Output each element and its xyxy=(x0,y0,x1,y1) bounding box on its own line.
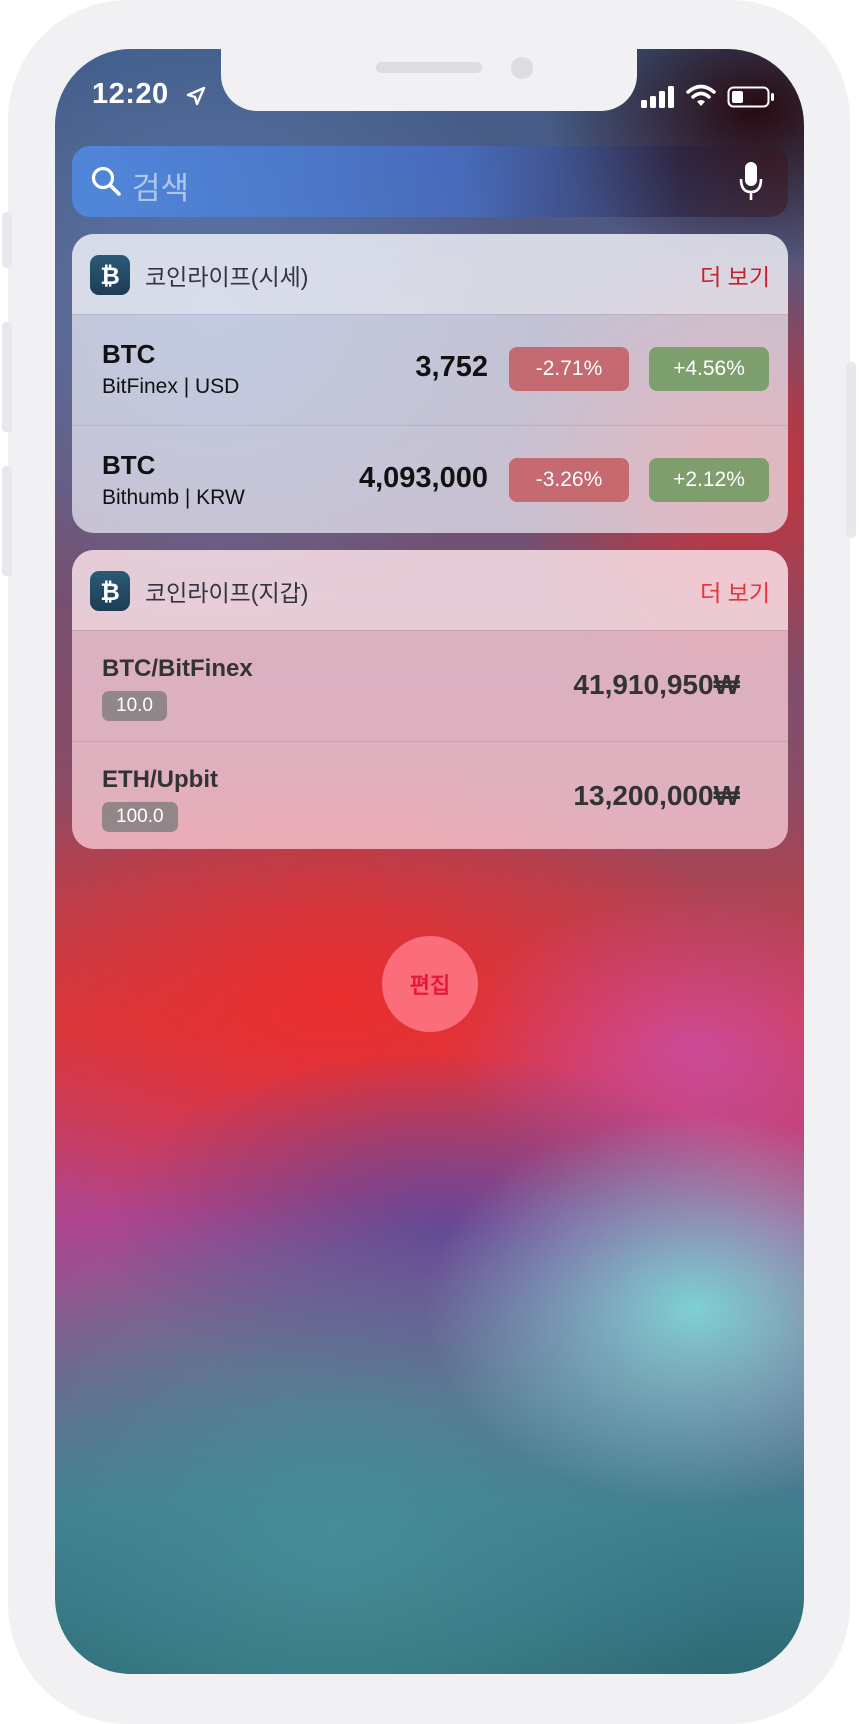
widget-title: 코인라이프(시세) xyxy=(145,264,309,290)
location-arrow-icon xyxy=(186,86,206,106)
wallet-row[interactable]: ETH/Upbit 100.0 13,200,000₩ xyxy=(72,741,788,849)
change-chip-negative: -2.71% xyxy=(509,347,629,391)
price-widget-header: ₿ 코인라이프(시세) 더 보기 xyxy=(72,234,788,314)
search-icon xyxy=(91,166,121,196)
wallet-name: ETH/Upbit xyxy=(102,766,218,793)
wifi-icon xyxy=(686,84,716,106)
status-time: 12:20 xyxy=(92,78,169,110)
wallet-value: 41,910,950₩ xyxy=(573,669,740,700)
more-link[interactable]: 더 보기 xyxy=(700,258,770,292)
svg-text:₿: ₿ xyxy=(100,262,120,290)
front-camera xyxy=(511,57,533,79)
volume-down-button xyxy=(2,466,12,576)
amount-badge: 100.0 xyxy=(102,802,178,832)
mute-switch xyxy=(2,212,12,268)
amount-badge: 10.0 xyxy=(102,691,167,721)
coin-symbol: BTC xyxy=(102,450,156,480)
edit-button[interactable]: 편집 xyxy=(382,936,478,1032)
exchange-label: Bithumb | KRW xyxy=(102,486,245,509)
bitcoin-icon: ₿ xyxy=(90,571,130,611)
price-value: 4,093,000 xyxy=(358,462,488,494)
search-input[interactable]: 검색 xyxy=(132,163,189,208)
change-chip-negative: -3.26% xyxy=(509,458,629,502)
change-chip-positive: +2.12% xyxy=(649,458,769,502)
coin-symbol: BTC xyxy=(102,339,156,369)
power-button xyxy=(846,362,856,538)
battery-icon xyxy=(727,86,774,108)
more-link[interactable]: 더 보기 xyxy=(700,574,770,608)
notch xyxy=(221,49,637,111)
wallet-row[interactable]: BTC/BitFinex 10.0 41,910,950₩ xyxy=(72,630,788,741)
wallet-value: 13,200,000₩ xyxy=(573,780,740,811)
bitcoin-icon: ₿ xyxy=(90,255,130,295)
wallet-widget-header: ₿ 코인라이프(지갑) 더 보기 xyxy=(72,550,788,630)
speaker xyxy=(376,62,482,73)
price-value: 3,752 xyxy=(415,351,488,383)
wallet-name: BTC/BitFinex xyxy=(102,655,253,682)
widget-title: 코인라이프(지갑) xyxy=(145,580,309,606)
price-widget: ₿ 코인라이프(시세) 더 보기 BTC BitFinex | USD 3,75… xyxy=(72,234,788,533)
volume-up-button xyxy=(2,322,12,432)
price-row[interactable]: BTC BitFinex | USD 3,752 -2.71% +4.56% xyxy=(72,314,788,425)
wallet-widget: ₿ 코인라이프(지갑) 더 보기 BTC/BitFinex 10.0 41,91… xyxy=(72,550,788,849)
microphone-icon[interactable] xyxy=(738,160,764,202)
search-bar[interactable]: 검색 xyxy=(72,146,788,217)
change-chip-positive: +4.56% xyxy=(649,347,769,391)
price-row[interactable]: BTC Bithumb | KRW 4,093,000 -3.26% +2.12… xyxy=(72,425,788,533)
signal-icon xyxy=(641,86,674,108)
svg-text:₿: ₿ xyxy=(100,578,120,606)
exchange-label: BitFinex | USD xyxy=(102,375,240,398)
